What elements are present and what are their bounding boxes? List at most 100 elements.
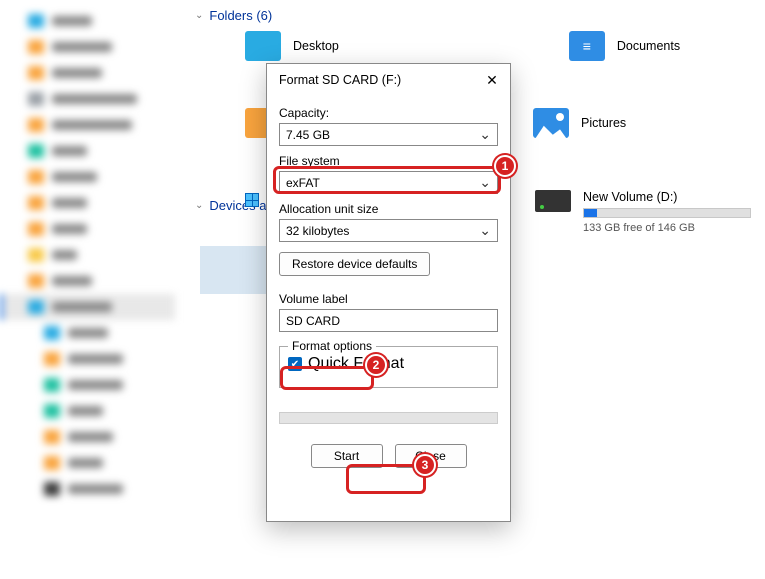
sidebar-item[interactable] [0,86,175,112]
sidebar-item[interactable] [0,268,175,294]
sidebar-item[interactable] [0,242,175,268]
sidebar [0,0,175,579]
sidebar-item[interactable] [0,320,175,346]
sidebar-icon [44,378,60,392]
document-icon: ≡ [569,31,605,61]
folder-pictures[interactable]: Pictures [533,108,626,138]
capacity-select[interactable]: 7.45 GB [279,123,498,146]
filesystem-label: File system [279,154,498,168]
sidebar-item[interactable] [0,346,175,372]
folders-header[interactable]: ⌄ Folders (6) [195,8,755,23]
sidebar-item[interactable] [0,138,175,164]
sidebar-item[interactable] [0,164,175,190]
annotation-badge-1: 1 [494,155,516,177]
drive-usage-bar [583,208,751,218]
drive-icon [535,190,571,212]
sidebar-item-label [52,146,87,156]
sidebar-item-label [68,328,108,338]
drive-free-text: 133 GB free of 146 GB [583,222,751,234]
progress-bar [279,412,498,424]
sidebar-item[interactable] [0,34,175,60]
sidebar-item-selected[interactable] [0,294,175,320]
filesystem-select[interactable]: exFAT [279,171,498,194]
sidebar-item[interactable] [0,476,175,502]
volume-label-input[interactable]: SD CARD [279,309,498,332]
sidebar-item-label [68,406,103,416]
sidebar-item[interactable] [0,112,175,138]
sidebar-item[interactable] [0,190,175,216]
sidebar-icon [28,196,44,210]
sidebar-item[interactable] [0,398,175,424]
drive-name: New Volume (D:) [583,190,751,204]
quick-format-checkbox[interactable]: ✔ Quick Format [288,355,489,373]
capacity-label: Capacity: [279,106,498,120]
annotation-badge-3: 3 [414,454,436,476]
sidebar-item-label [52,120,132,130]
chevron-down-icon: ⌄ [195,200,203,211]
sidebar-item-label [52,250,77,260]
sidebar-icon [28,144,44,158]
sidebar-item-label [68,432,113,442]
sidebar-icon [28,66,44,80]
sidebar-item-label [52,172,97,182]
computer-icon [28,300,44,314]
sidebar-item-label [68,354,123,364]
restore-defaults-button[interactable]: Restore device defaults [279,252,430,276]
format-options-legend: Format options [288,339,376,353]
windows-icon [245,193,259,207]
sidebar-icon [28,170,44,184]
sidebar-icon [28,118,44,132]
sidebar-icon [44,430,60,444]
pictures-icon [533,108,569,138]
close-icon[interactable]: ✕ [484,72,500,88]
sidebar-icon [44,456,60,470]
sidebar-item[interactable] [0,424,175,450]
sidebar-icon [44,404,60,418]
sidebar-icon [44,352,60,366]
format-dialog: Format SD CARD (F:) ✕ Capacity: 7.45 GB … [266,63,511,522]
folder-desktop[interactable]: Desktop [245,31,339,61]
sidebar-item-label [68,458,103,468]
drive-new-volume[interactable]: New Volume (D:) 133 GB free of 146 GB [535,190,751,234]
start-button[interactable]: Start [311,444,383,468]
allocation-select[interactable]: 32 kilobytes [279,219,498,242]
folder-documents[interactable]: ≡ Documents [569,31,680,61]
folder-label: Pictures [581,116,626,130]
sidebar-item-label [52,42,112,52]
folder-icon [245,31,281,61]
sidebar-icon [28,248,44,262]
sidebar-item-label [52,276,92,286]
sidebar-icon [28,14,44,28]
checkbox-checked-icon: ✔ [288,357,302,371]
main-content: ⌄ Folders (6) ✔ Desktop ≡ Documents Pict… [195,8,755,61]
sidebar-icon [28,40,44,54]
dialog-title: Format SD CARD (F:) [279,73,401,87]
sidebar-item[interactable] [0,450,175,476]
sidebar-icon [44,326,60,340]
annotation-badge-2: 2 [365,354,387,376]
sidebar-item-label [68,484,123,494]
sidebar-item[interactable] [0,372,175,398]
sidebar-item-label [68,380,123,390]
sidebar-item-label [52,16,92,26]
sidebar-item-label [52,224,87,234]
folders-label: Folders (6) [209,8,272,23]
sidebar-item[interactable] [0,60,175,86]
volume-label-label: Volume label [279,292,498,306]
sidebar-item-label [52,198,87,208]
sidebar-item-label [52,302,112,312]
folder-label: Desktop [293,39,339,53]
folder-label: Documents [617,39,680,53]
allocation-label: Allocation unit size [279,202,498,216]
sidebar-item-label [52,94,137,104]
sidebar-item-label [52,68,102,78]
quick-format-label: Quick Format [308,355,404,373]
sidebar-icon [28,92,44,106]
format-options-group: Format options ✔ Quick Format [279,346,498,388]
sidebar-icon [44,482,60,496]
sidebar-item[interactable] [0,216,175,242]
chevron-down-icon: ⌄ [195,10,203,21]
sidebar-icon [28,274,44,288]
sidebar-item[interactable] [0,8,175,34]
sidebar-icon [28,222,44,236]
